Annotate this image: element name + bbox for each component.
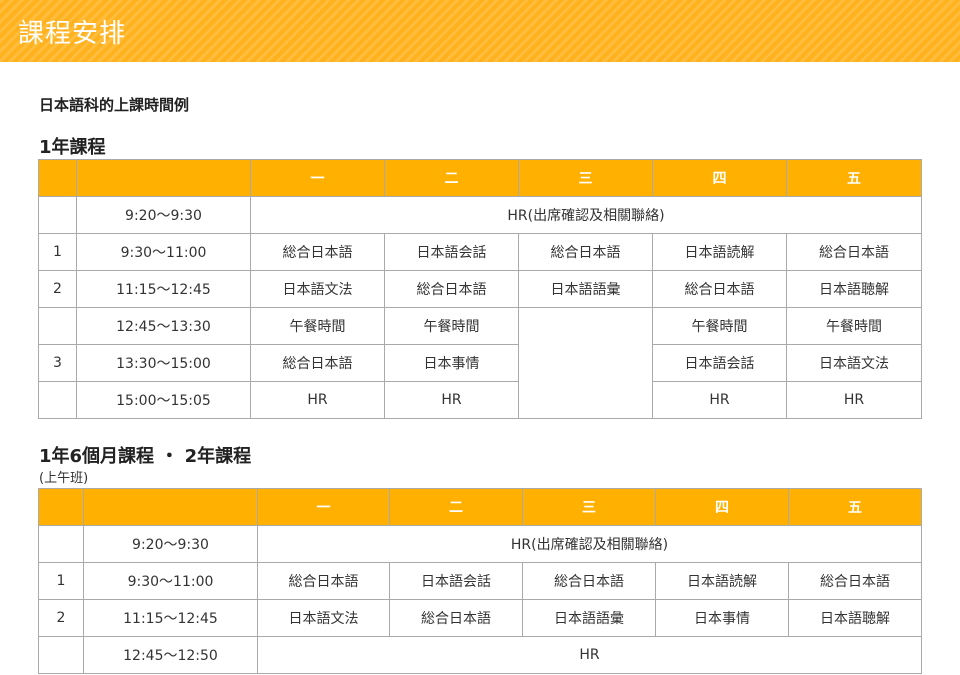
class-cell: 日本事情 bbox=[655, 599, 789, 637]
time-cell: 15:00～15:05 bbox=[76, 381, 251, 419]
class-cell: 総合日本語 bbox=[257, 562, 390, 600]
homeroom-cell: HR bbox=[257, 636, 922, 674]
homeroom-cell: HR bbox=[250, 381, 385, 419]
period-cell: 2 bbox=[38, 599, 84, 637]
header-time-cell bbox=[83, 488, 258, 526]
page-banner: 課程安排 bbox=[0, 0, 960, 62]
time-cell: 9:30～11:00 bbox=[76, 233, 251, 271]
table-row: 3 13:30～15:00 総合日本語 日本事情 日本語会話 日本語文法 bbox=[38, 344, 922, 382]
lunch-cell: 午餐時間 bbox=[652, 307, 787, 345]
class-cell: 日本語会話 bbox=[389, 562, 523, 600]
empty-wednesday-cell bbox=[518, 307, 653, 419]
class-cell: 総合日本語 bbox=[522, 562, 656, 600]
class-cell: 日本語文法 bbox=[786, 344, 922, 382]
table-header-row: 一 二 三 四 五 bbox=[38, 488, 922, 526]
class-cell: 日本語文法 bbox=[257, 599, 390, 637]
class-cell: 総合日本語 bbox=[250, 344, 385, 382]
class-cell: 日本語聴解 bbox=[786, 270, 922, 308]
table-header-row: 一 二 三 四 五 bbox=[38, 159, 922, 197]
header-day-mon: 一 bbox=[250, 159, 385, 197]
time-cell: 9:20～9:30 bbox=[83, 525, 258, 563]
class-cell: 日本語読解 bbox=[652, 233, 787, 271]
table-row: 9:20～9:30 HR(出席確認及相關聯絡) bbox=[38, 525, 922, 563]
homeroom-cell: HR bbox=[652, 381, 787, 419]
header-day-fri: 五 bbox=[788, 488, 922, 526]
header-day-wed: 三 bbox=[518, 159, 653, 197]
header-day-tue: 二 bbox=[384, 159, 519, 197]
class-cell: 総合日本語 bbox=[384, 270, 519, 308]
header-day-mon: 一 bbox=[257, 488, 390, 526]
schedule-table-1year: 一 二 三 四 五 9:20～9:30 HR(出席確認及相關聯絡) 1 9:30… bbox=[38, 159, 922, 419]
period-cell bbox=[38, 381, 77, 419]
header-day-wed: 三 bbox=[522, 488, 656, 526]
time-cell: 12:45～13:30 bbox=[76, 307, 251, 345]
table-row: 12:45～13:30 午餐時間 午餐時間 午餐時間 午餐時間 bbox=[38, 307, 922, 419]
section-title-18month-2year: 1年6個月課程 ・ 2年課程 bbox=[39, 446, 252, 467]
class-cell: 日本語文法 bbox=[250, 270, 385, 308]
class-cell: 総合日本語 bbox=[250, 233, 385, 271]
header-day-thu: 四 bbox=[652, 159, 787, 197]
intro-heading: 日本語科的上課時間例 bbox=[39, 96, 190, 114]
period-cell bbox=[38, 196, 77, 234]
class-cell: 日本語会話 bbox=[652, 344, 787, 382]
period-cell: 3 bbox=[38, 344, 77, 382]
class-cell: 総合日本語 bbox=[786, 233, 922, 271]
period-cell: 1 bbox=[38, 562, 84, 600]
table-row: 12:45～12:50 HR bbox=[38, 636, 922, 674]
table-row: 1 9:30～11:00 総合日本語 日本語会話 総合日本語 日本語読解 総合日… bbox=[38, 233, 922, 271]
period-cell: 1 bbox=[38, 233, 77, 271]
header-day-fri: 五 bbox=[786, 159, 922, 197]
time-cell: 11:15～12:45 bbox=[76, 270, 251, 308]
header-period-cell bbox=[38, 488, 84, 526]
homeroom-cell: HR(出席確認及相關聯絡) bbox=[257, 525, 922, 563]
time-cell: 13:30～15:00 bbox=[76, 344, 251, 382]
schedule-table-18month-2year: 一 二 三 四 五 9:20～9:30 HR(出席確認及相關聯絡) 1 9:30… bbox=[38, 488, 922, 674]
header-time-cell bbox=[76, 159, 251, 197]
homeroom-cell: HR(出席確認及相關聯絡) bbox=[250, 196, 922, 234]
lunch-cell: 午餐時間 bbox=[786, 307, 922, 345]
header-day-tue: 二 bbox=[389, 488, 523, 526]
class-cell: 日本語会話 bbox=[384, 233, 519, 271]
table-row: 2 11:15～12:45 日本語文法 総合日本語 日本語語彙 総合日本語 日本… bbox=[38, 270, 922, 308]
class-cell: 日本語読解 bbox=[655, 562, 789, 600]
class-cell: 日本語語彙 bbox=[522, 599, 656, 637]
time-cell: 9:30～11:00 bbox=[83, 562, 258, 600]
class-cell: 総合日本語 bbox=[652, 270, 787, 308]
period-cell: 2 bbox=[38, 270, 77, 308]
time-cell: 11:15～12:45 bbox=[83, 599, 258, 637]
lunch-cell: 午餐時間 bbox=[384, 307, 519, 345]
period-cell bbox=[38, 636, 84, 674]
time-cell: 12:45～12:50 bbox=[83, 636, 258, 674]
class-cell: 総合日本語 bbox=[389, 599, 523, 637]
lunch-cell: 午餐時間 bbox=[250, 307, 385, 345]
table-row: 9:20～9:30 HR(出席確認及相關聯絡) bbox=[38, 196, 922, 234]
period-cell bbox=[38, 525, 84, 563]
table-row: 2 11:15～12:45 日本語文法 総合日本語 日本語語彙 日本事情 日本語… bbox=[38, 599, 922, 637]
header-period-cell bbox=[38, 159, 77, 197]
table-row: 1 9:30～11:00 総合日本語 日本語会話 総合日本語 日本語読解 総合日… bbox=[38, 562, 922, 600]
header-day-thu: 四 bbox=[655, 488, 789, 526]
table-row: 15:00～15:05 HR HR HR HR bbox=[38, 381, 922, 419]
class-cell: 日本語語彙 bbox=[518, 270, 653, 308]
homeroom-cell: HR bbox=[384, 381, 519, 419]
page-title: 課程安排 bbox=[18, 18, 127, 49]
class-cell: 総合日本語 bbox=[788, 562, 922, 600]
section-title-1year: 1年課程 bbox=[39, 137, 106, 158]
class-cell: 日本語聴解 bbox=[788, 599, 922, 637]
period-cell bbox=[38, 307, 77, 345]
class-cell: 総合日本語 bbox=[518, 233, 653, 271]
section-subtitle-morning-class: (上午班) bbox=[39, 471, 89, 486]
time-cell: 9:20～9:30 bbox=[76, 196, 251, 234]
homeroom-cell: HR bbox=[786, 381, 922, 419]
class-cell: 日本事情 bbox=[384, 344, 519, 382]
